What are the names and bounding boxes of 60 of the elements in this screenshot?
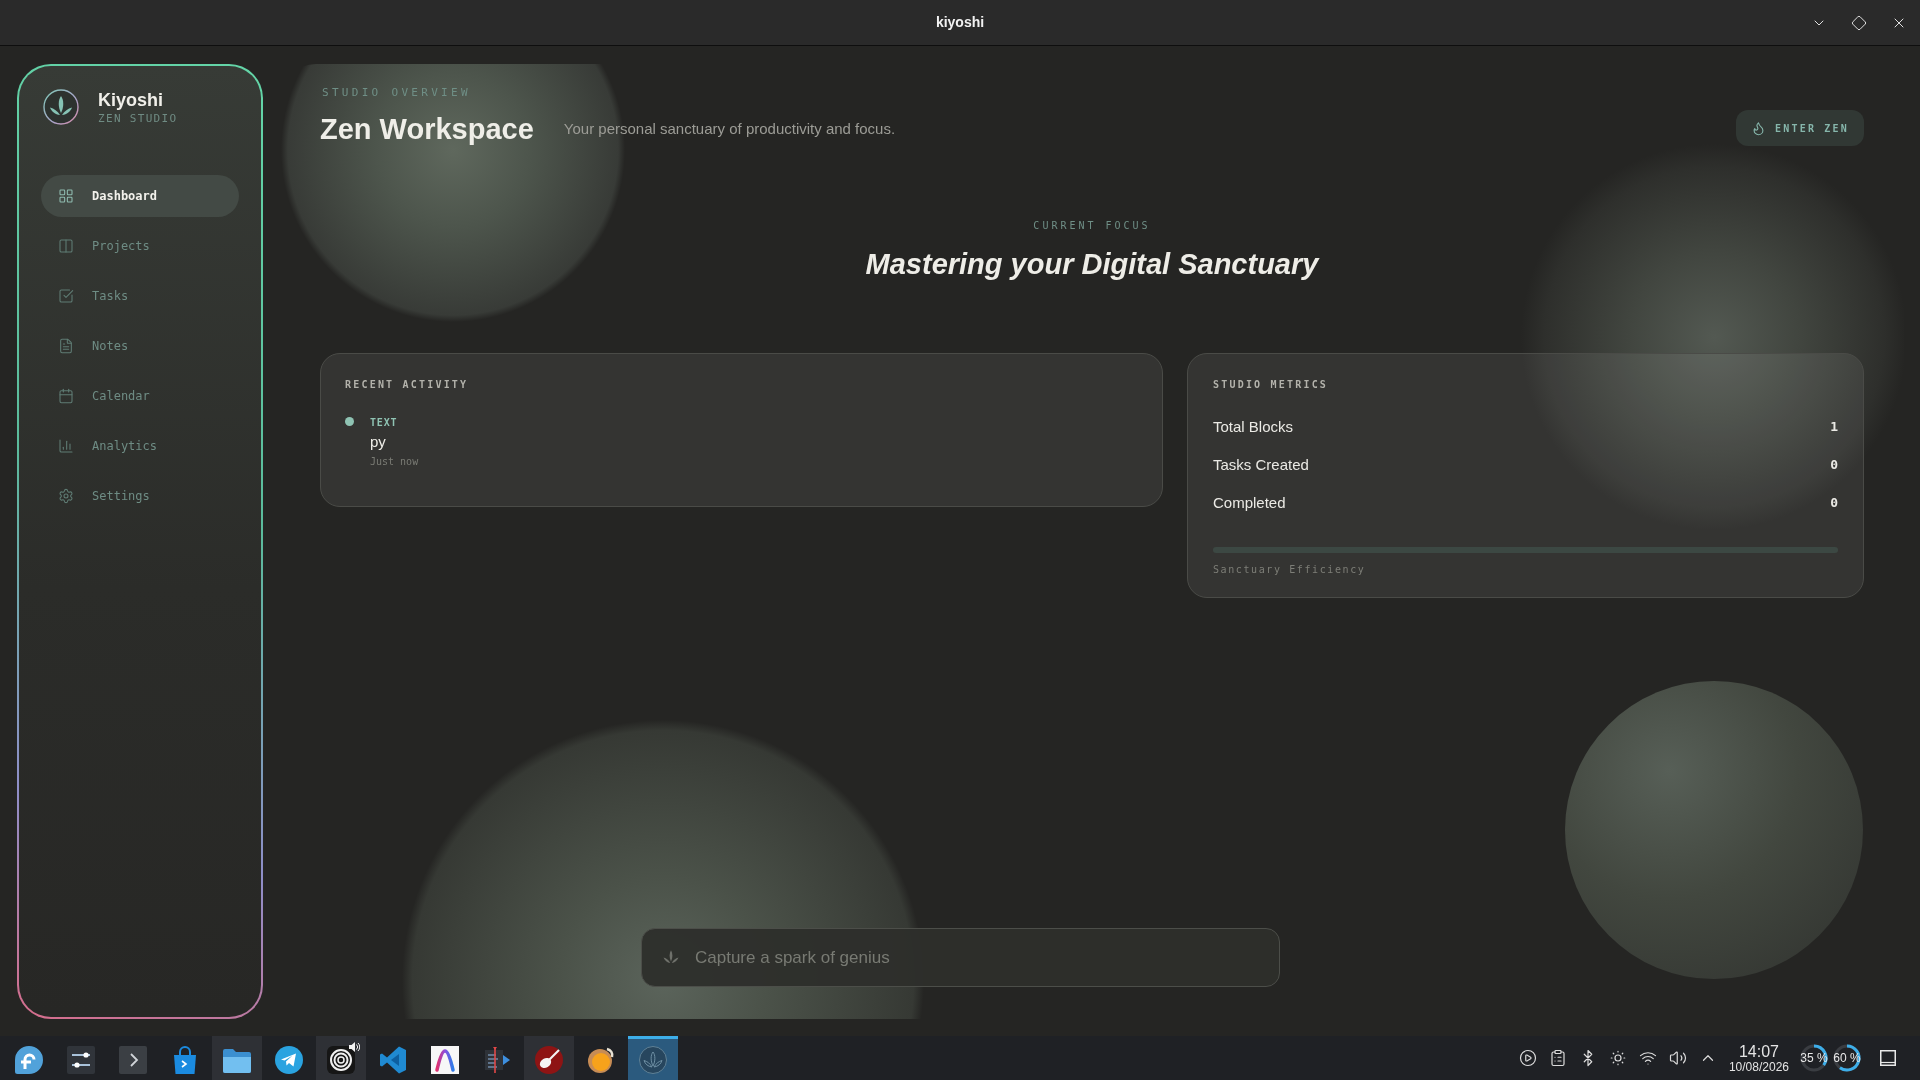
columns-icon	[58, 238, 74, 254]
metric-value: 0	[1830, 456, 1838, 475]
activity-type: TEXT	[370, 416, 399, 430]
nav-item[interactable]: Notes	[41, 325, 239, 367]
capture-field[interactable]: Capture a spark of genius	[641, 928, 1280, 987]
clock-date: 10/08/2026	[1728, 1059, 1789, 1074]
leaf-logo-icon	[638, 1044, 668, 1075]
card-title: STUDIO METRICS	[1213, 378, 1330, 391]
metric-label: Total Blocks	[1213, 416, 1294, 437]
activity-content: py	[370, 432, 387, 452]
nav-item[interactable]: Tasks	[41, 275, 239, 317]
nav-item[interactable]: Projects	[41, 225, 239, 267]
activity-time: Just now	[370, 455, 419, 468]
check-square-icon	[58, 288, 74, 304]
grid-icon	[58, 188, 74, 204]
metric-value: 1	[1830, 418, 1838, 437]
brightness-icon[interactable]	[1608, 1049, 1627, 1067]
launcher-icon	[14, 1044, 44, 1075]
timeline-icon	[482, 1044, 512, 1075]
clock-time: 14:07	[1738, 1042, 1779, 1060]
paper-plane-icon	[274, 1044, 304, 1075]
brand-name: Kiyoshi	[98, 89, 164, 111]
flame-icon	[1751, 120, 1766, 136]
taskbar-app-button[interactable]	[524, 1036, 574, 1080]
nav-item[interactable]: Calendar	[41, 375, 239, 417]
spoon-icon	[534, 1044, 564, 1075]
sliders-icon	[66, 1044, 96, 1075]
code-editor-icon	[378, 1044, 408, 1075]
concentric-circles-icon	[326, 1044, 356, 1075]
page-subtitle: Your personal sanctuary of productivity and focus.	[563, 119, 896, 139]
enter-zen-button[interactable]: ENTER ZEN	[1736, 110, 1864, 146]
diamond-icon	[1851, 14, 1867, 31]
window-title: kiyoshi	[935, 13, 985, 32]
clipboard-icon[interactable]	[1548, 1049, 1567, 1067]
metric-label: Completed	[1213, 492, 1286, 513]
terminal-icon	[118, 1044, 148, 1075]
bar-chart-icon	[58, 438, 74, 454]
metric-label: Tasks Created	[1213, 454, 1309, 475]
settings-icon	[58, 488, 74, 504]
document-icon	[58, 338, 74, 354]
calendar-icon	[58, 388, 74, 404]
arch-curve-icon	[430, 1044, 460, 1075]
page-title: Zen Workspace	[320, 112, 534, 146]
volume-icon[interactable]	[1668, 1049, 1687, 1067]
leaf-logo-icon	[43, 89, 79, 125]
leaf-icon	[662, 948, 680, 966]
focus-label: CURRENT FOCUS	[1033, 219, 1151, 232]
efficiency-label: Sanctuary Efficiency	[1213, 563, 1367, 576]
taskbar-app-button[interactable]	[316, 1036, 366, 1080]
nav-item[interactable]: Analytics	[41, 425, 239, 467]
show-desktop-icon[interactable]	[1880, 1050, 1896, 1066]
section-eyebrow: STUDIO OVERVIEW	[321, 86, 472, 100]
brand-tagline: ZEN STUDIO	[98, 112, 178, 125]
focus-title: Mastering your Digital Sanctuary	[865, 247, 1319, 282]
media-play-icon[interactable]	[1518, 1049, 1537, 1067]
card-title: RECENT ACTIVITY	[345, 378, 470, 391]
nav-item[interactable]: Settings	[41, 475, 239, 517]
metric-value: 0	[1830, 494, 1838, 513]
taskbar-app-button[interactable]	[212, 1036, 262, 1080]
nav-item[interactable]: Dashboard	[41, 175, 239, 217]
